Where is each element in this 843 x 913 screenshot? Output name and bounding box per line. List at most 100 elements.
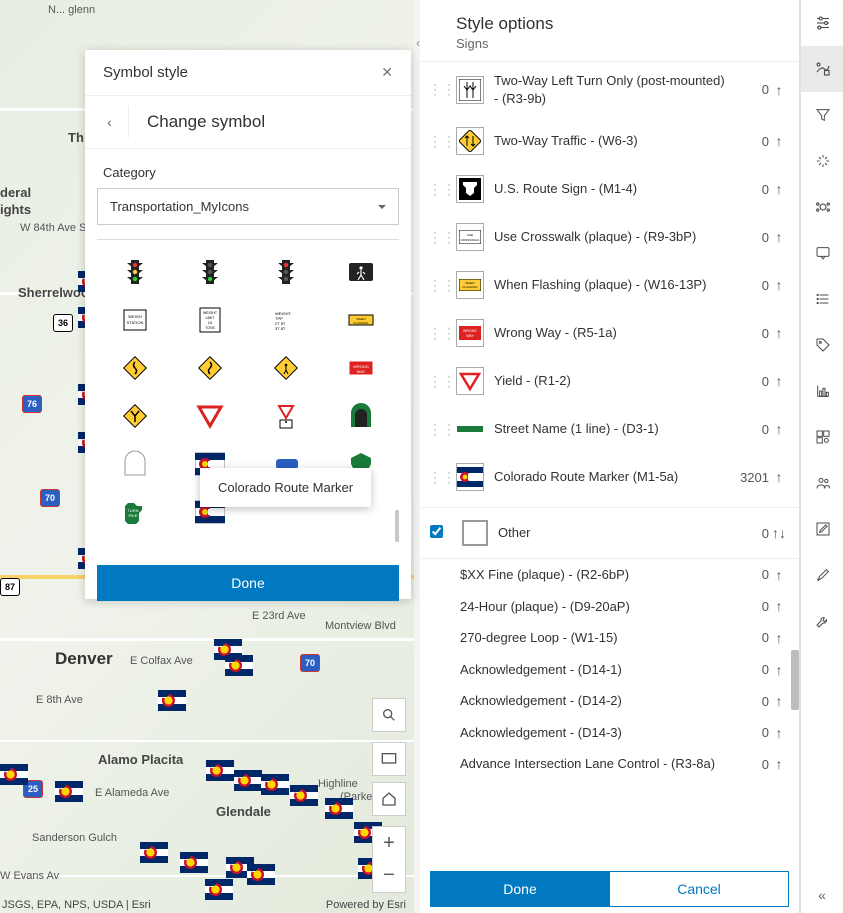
map-marker[interactable]: [261, 774, 289, 795]
group-icon[interactable]: [801, 460, 843, 506]
move-up-icon[interactable]: ↑: [769, 229, 789, 245]
statistics-icon[interactable]: [801, 368, 843, 414]
map-marker[interactable]: [225, 655, 253, 676]
basemap-button[interactable]: [372, 742, 406, 776]
swatch-icon[interactable]: [456, 463, 484, 491]
style-row[interactable]: ⋮⋮WHENFLASHINGWhen Flashing (plaque) - (…: [420, 261, 799, 309]
map-marker[interactable]: [140, 842, 168, 863]
swatch-icon[interactable]: WRONGWAY: [456, 319, 484, 347]
drag-handle-icon[interactable]: ⋮⋮: [428, 277, 446, 294]
swatch-icon[interactable]: [462, 520, 488, 546]
panel-scrollbar[interactable]: [791, 60, 799, 860]
symbol-cell[interactable]: [97, 392, 173, 440]
style-row[interactable]: ⋮⋮WRONGWAYWrong Way - (R5-1a)0↑: [420, 309, 799, 357]
back-icon[interactable]: ‹: [91, 106, 129, 138]
symbol-cell[interactable]: WEIGHSTATION: [97, 296, 173, 344]
collapse-panel-icon[interactable]: ‹: [416, 36, 420, 50]
move-up-icon[interactable]: ↑: [769, 693, 789, 709]
drag-handle-icon[interactable]: ⋮⋮: [428, 373, 446, 390]
style-row[interactable]: ⋮⋮Two-Way Left Turn Only (post-mounted) …: [420, 62, 799, 117]
symbol-cell[interactable]: [324, 392, 400, 440]
map-marker[interactable]: [55, 781, 83, 802]
drag-handle-icon[interactable]: ⋮⋮: [428, 421, 446, 438]
effects-icon[interactable]: [801, 138, 843, 184]
symbol-cell[interactable]: [173, 248, 249, 296]
symbol-cell[interactable]: [248, 344, 324, 392]
move-up-icon[interactable]: ↑: [769, 598, 789, 614]
style-sub-row[interactable]: 270-degree Loop - (W1-15)0↑: [420, 622, 799, 654]
swatch-icon[interactable]: [456, 76, 484, 104]
close-icon[interactable]: ✕: [381, 64, 393, 81]
popup-icon[interactable]: [801, 230, 843, 276]
map-marker[interactable]: [290, 785, 318, 806]
drag-handle-icon[interactable]: ⋮⋮: [428, 229, 446, 246]
symbol-cell[interactable]: [248, 392, 324, 440]
symbol-cell[interactable]: WEIGHTTPP2T 5T3T 8T: [248, 296, 324, 344]
expand-toolbar-icon[interactable]: «: [801, 887, 843, 903]
cluster-icon[interactable]: [801, 184, 843, 230]
symbol-grid-scrollbar[interactable]: [393, 240, 399, 553]
symbol-cell[interactable]: [97, 248, 173, 296]
style-other-row[interactable]: Other 0 ↑↓: [420, 507, 799, 559]
zoom-in-button[interactable]: +: [372, 826, 406, 860]
tag-icon[interactable]: [801, 322, 843, 368]
symbol-cell[interactable]: WHENFLASHING: [324, 296, 400, 344]
filter-icon[interactable]: [801, 92, 843, 138]
move-up-icon[interactable]: ↑: [769, 567, 789, 583]
drag-handle-icon[interactable]: ⋮⋮: [428, 325, 446, 342]
symbol-cell[interactable]: [173, 344, 249, 392]
style-sub-row[interactable]: 24-Hour (plaque) - (D9-20aP)0↑: [420, 591, 799, 623]
style-row[interactable]: ⋮⋮Yield - (R1-2)0↑: [420, 357, 799, 405]
swatch-icon[interactable]: [456, 127, 484, 155]
drag-handle-icon[interactable]: ⋮⋮: [428, 181, 446, 198]
done-button[interactable]: Done: [97, 565, 399, 601]
symbol-cell[interactable]: WRONGWAY: [324, 344, 400, 392]
move-up-icon[interactable]: ↑: [769, 133, 789, 149]
zoom-out-button[interactable]: −: [372, 859, 406, 893]
style-sub-row[interactable]: $XX Fine (plaque) - (R2-6bP)0↑: [420, 559, 799, 591]
style-row[interactable]: ⋮⋮U.S. Route Sign - (M1-4)0↑: [420, 165, 799, 213]
move-up-icon[interactable]: ↑: [769, 181, 789, 197]
swatch-icon[interactable]: WHENFLASHING: [456, 271, 484, 299]
swatch-icon[interactable]: [456, 415, 484, 443]
drag-handle-icon[interactable]: ⋮⋮: [428, 81, 446, 98]
map-marker[interactable]: [206, 760, 234, 781]
edit-icon[interactable]: [801, 506, 843, 552]
symbol-cell[interactable]: [97, 440, 173, 488]
settings-sliders-icon[interactable]: [801, 0, 843, 46]
done-button[interactable]: Done: [430, 871, 610, 907]
symbol-cell[interactable]: [173, 392, 249, 440]
map-marker[interactable]: [205, 879, 233, 900]
search-map-button[interactable]: [372, 698, 406, 732]
move-up-icon[interactable]: ↑: [769, 373, 789, 389]
symbol-cell[interactable]: [97, 344, 173, 392]
style-sub-row[interactable]: Acknowledgement - (D14-3)0↑: [420, 717, 799, 749]
style-sub-row[interactable]: Acknowledgement - (D14-1)0↑: [420, 654, 799, 686]
move-up-icon[interactable]: ↑: [769, 725, 789, 741]
map-marker[interactable]: [0, 764, 28, 785]
map-marker[interactable]: [247, 864, 275, 885]
move-up-icon[interactable]: ↑: [769, 756, 789, 772]
symbol-cell[interactable]: TURNPIKE: [97, 488, 173, 536]
wrench-icon[interactable]: [801, 598, 843, 644]
category-select[interactable]: Transportation_MyIcons: [97, 188, 399, 225]
home-button[interactable]: [372, 782, 406, 816]
sort-icon[interactable]: ↑↓: [769, 525, 789, 541]
symbol-cell[interactable]: [324, 248, 400, 296]
style-row[interactable]: ⋮⋮Two-Way Traffic - (W6-3)0↑: [420, 117, 799, 165]
style-row[interactable]: ⋮⋮Street Name (1 line) - (D3-1)0↑: [420, 405, 799, 453]
style-row[interactable]: ⋮⋮USECROSSWALKUse Crosswalk (plaque) - (…: [420, 213, 799, 261]
style-sub-row[interactable]: Acknowledgement - (D14-2)0↑: [420, 685, 799, 717]
style-sub-row[interactable]: Advance Intersection Lane Control - (R3-…: [420, 748, 799, 780]
drag-handle-icon[interactable]: ⋮⋮: [428, 133, 446, 150]
move-up-icon[interactable]: ↑: [769, 662, 789, 678]
layer-style-icon[interactable]: [801, 46, 843, 92]
other-checkbox[interactable]: [430, 525, 452, 541]
map-marker[interactable]: [234, 770, 262, 791]
swatch-icon[interactable]: [456, 175, 484, 203]
map-marker[interactable]: [158, 690, 186, 711]
move-up-icon[interactable]: ↑: [769, 421, 789, 437]
symbol-cell[interactable]: [248, 248, 324, 296]
drag-handle-icon[interactable]: ⋮⋮: [428, 469, 446, 486]
style-row[interactable]: ⋮⋮Colorado Route Marker (M1-5a)3201↑: [420, 453, 799, 501]
